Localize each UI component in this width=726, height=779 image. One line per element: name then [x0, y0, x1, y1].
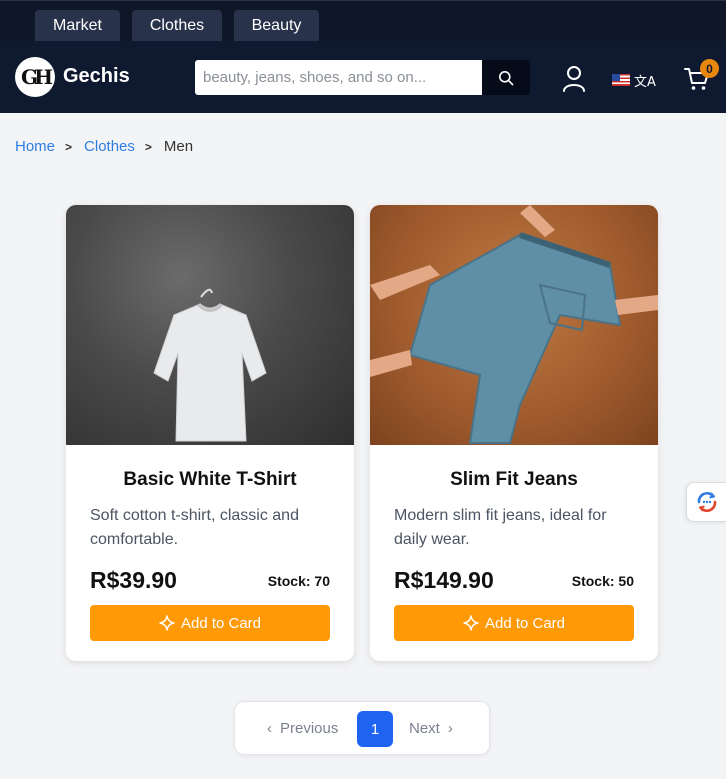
next-page-button[interactable]: Next › — [409, 720, 453, 737]
product-description: Soft cotton t-shirt, classic and comfort… — [90, 507, 299, 548]
chevron-right-icon: › — [447, 720, 453, 737]
pagination: ‹ Previous 1 Next › — [234, 701, 490, 755]
tab-label: Clothes — [149, 17, 205, 34]
product-stock: Stock: 50 — [571, 573, 634, 589]
add-to-cart-button[interactable]: Add to Card — [394, 605, 634, 641]
add-to-cart-button[interactable]: Add to Card — [90, 605, 330, 641]
translate-icon: 文A — [634, 74, 656, 90]
breadcrumb-current: Men — [163, 138, 194, 155]
chevron-left-icon: ‹ — [267, 720, 272, 737]
brand-name[interactable]: Gechis — [63, 65, 130, 88]
chat-widget-button[interactable] — [686, 482, 726, 522]
product-card[interactable]: Slim Fit Jeans Modern slim fit jeans, id… — [370, 205, 658, 661]
breadcrumb-home[interactable]: Home — [15, 138, 55, 155]
product-image[interactable] — [370, 205, 658, 445]
search-input[interactable] — [195, 60, 482, 95]
sparkle-icon — [463, 615, 479, 631]
product-price: R$39.90 — [90, 567, 177, 593]
account-button[interactable] — [561, 65, 587, 93]
add-to-cart-label: Add to Card — [180, 614, 262, 632]
language-selector[interactable]: 文A — [612, 71, 658, 90]
us-flag-icon — [612, 74, 630, 86]
sparkle-icon — [159, 615, 175, 631]
chevron-right-icon: > — [144, 139, 152, 154]
product-title[interactable]: Slim Fit Jeans — [370, 469, 658, 491]
product-price: R$149.90 — [394, 567, 494, 593]
tab-clothes[interactable]: Clothes — [132, 10, 222, 42]
product-card[interactable]: Basic White T-Shirt Soft cotton t-shirt,… — [66, 205, 354, 661]
product-stock: Stock: 70 — [267, 573, 330, 589]
previous-label: Previous — [280, 720, 339, 737]
product-image[interactable] — [66, 205, 354, 445]
chat-refresh-icon — [697, 491, 717, 513]
chevron-right-icon: > — [65, 139, 73, 154]
breadcrumb-clothes[interactable]: Clothes — [84, 138, 135, 155]
add-to-cart-label: Add to Card — [484, 614, 566, 632]
logo[interactable]: GH — [15, 57, 55, 97]
tshirt-photo — [153, 288, 267, 442]
tab-label: Market — [53, 17, 102, 34]
logo-mark: GH — [21, 65, 53, 89]
breadcrumb: Home > Clothes > Men — [15, 138, 193, 155]
product-description: Modern slim fit jeans, ideal for daily w… — [394, 507, 607, 548]
next-label: Next — [409, 720, 440, 737]
tab-market[interactable]: Market — [35, 10, 120, 42]
tab-beauty[interactable]: Beauty — [234, 10, 319, 42]
tab-label: Beauty — [251, 17, 302, 34]
category-tabs-bar: Market Clothes Beauty — [0, 0, 726, 42]
jeans-photo — [370, 205, 658, 444]
search-icon — [499, 70, 514, 85]
search-button[interactable] — [482, 60, 530, 95]
previous-page-button[interactable]: ‹ Previous — [267, 720, 338, 737]
user-icon — [563, 66, 585, 92]
page-number-current[interactable]: 1 — [357, 711, 393, 747]
site-header: GH Gechis 文A 0 — [0, 41, 726, 113]
cart-count-badge: 0 — [700, 59, 719, 78]
product-title[interactable]: Basic White T-Shirt — [66, 469, 354, 491]
